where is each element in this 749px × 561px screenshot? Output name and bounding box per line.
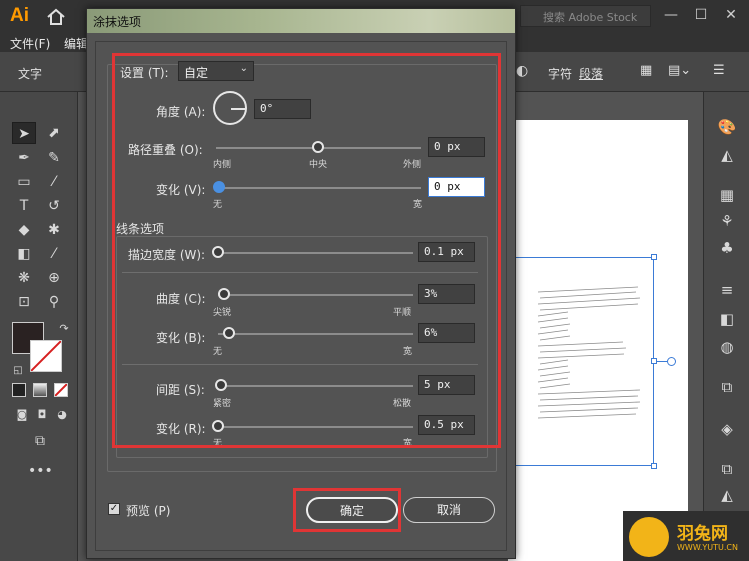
scribble-options-dialog: 涂抹选项 设置 (T): 自定 ⌄ 角度 (A): 0° 路径重叠 (O): 0…: [86, 8, 516, 559]
selection-handle[interactable]: [651, 254, 657, 260]
curvature-tool-icon[interactable]: ✎: [42, 147, 66, 169]
color-palette-icon[interactable]: 🎨: [716, 116, 738, 138]
stock-search-input[interactable]: 搜索 Adobe Stock: [520, 5, 651, 27]
color-mode-icon[interactable]: [12, 383, 26, 397]
rotation-handle[interactable]: [667, 357, 676, 366]
layers-icon[interactable]: ◈: [716, 418, 738, 440]
artboards-panel-icon[interactable]: ⧉: [716, 458, 738, 480]
selection-bounding-box: [508, 257, 654, 466]
maximize-icon[interactable]: ☐: [688, 4, 714, 28]
type-tool-icon[interactable]: T: [12, 195, 36, 217]
gradient-panel-icon[interactable]: ◧: [716, 308, 738, 330]
preview-label[interactable]: 预览 (P): [126, 502, 170, 519]
watermark-logo-icon: [629, 517, 669, 557]
selection-tool-icon[interactable]: ➤: [12, 122, 36, 144]
preview-checkbox[interactable]: ✓: [108, 503, 120, 515]
gradient-mode-icon[interactable]: [33, 383, 47, 397]
handle-connector: [656, 361, 667, 362]
stroke-color-swatch[interactable]: [30, 340, 62, 372]
swatches-icon[interactable]: ▦: [716, 184, 738, 206]
draw-inside-icon[interactable]: ◕: [50, 404, 74, 426]
pen-tool-icon[interactable]: ✒: [12, 147, 36, 169]
color-guide-icon[interactable]: ◭: [716, 144, 738, 166]
puppet-warp-tool-icon[interactable]: ✱: [42, 219, 66, 241]
menu-edit[interactable]: 编辑: [64, 35, 88, 52]
gradient-tool-icon[interactable]: ◧: [12, 243, 36, 265]
align-grid-icon[interactable]: ▦: [640, 63, 652, 78]
paragraph-link[interactable]: 段落: [579, 65, 603, 82]
shape-builder-tool-icon[interactable]: ⊕: [42, 267, 66, 289]
watermark: 羽兔网 WWW.YUTU.CN: [623, 511, 749, 561]
appearance-icon[interactable]: ◭: [716, 484, 738, 506]
watermark-url: WWW.YUTU.CN: [677, 543, 738, 552]
eyedropper-tool-icon[interactable]: ⁄: [42, 243, 66, 265]
selection-handle[interactable]: [651, 463, 657, 469]
stroke-icon[interactable]: ≡: [716, 279, 738, 301]
default-colors-icon[interactable]: ◱: [6, 360, 30, 382]
asset-export-icon[interactable]: ⧉: [716, 376, 738, 398]
zoom-tool-icon[interactable]: ⚲: [42, 291, 66, 313]
close-icon[interactable]: ✕: [718, 4, 744, 28]
type-label: 文字: [18, 67, 43, 81]
screen-mode-icon[interactable]: ⧉: [28, 430, 52, 452]
panel-menu-icon[interactable]: ☰: [713, 63, 725, 78]
rotate-tool-icon[interactable]: ↺: [42, 195, 66, 217]
minimize-icon[interactable]: —: [658, 4, 684, 28]
more-tools-icon[interactable]: •••: [28, 460, 53, 482]
highlight-frame-options: [112, 53, 501, 448]
dialog-titlebar[interactable]: 涂抹选项: [87, 9, 515, 33]
none-mode-icon[interactable]: [54, 383, 68, 397]
watermark-name: 羽兔网: [677, 524, 728, 544]
tools-panel: ➤ ⬈ ✒ ✎ ▭ ⁄ T ↺ ◆ ✱ ◧ ⁄ ❋ ⊕ ⊡ ⚲ ↷ ◱ ◙ ◘ …: [0, 92, 78, 561]
character-link[interactable]: 字符: [548, 65, 572, 82]
transform-icon[interactable]: ▤⌄: [668, 63, 691, 78]
ai-logo: Ai: [10, 5, 29, 26]
home-icon[interactable]: [46, 8, 66, 26]
transparency-icon[interactable]: ◍: [716, 336, 738, 358]
cancel-button[interactable]: 取消: [403, 497, 495, 523]
symbol-sprayer-tool-icon[interactable]: ❋: [12, 267, 36, 289]
menu-file[interactable]: 文件(F): [10, 35, 50, 52]
globe-icon[interactable]: ◐: [516, 63, 528, 79]
direct-selection-tool-icon[interactable]: ⬈: [42, 122, 66, 144]
symbols-icon[interactable]: ♣: [716, 237, 738, 259]
swap-colors-icon[interactable]: ↷: [52, 318, 76, 340]
ok-button[interactable]: 确定: [306, 497, 398, 523]
dialog-title: 涂抹选项: [93, 15, 142, 29]
rectangle-tool-icon[interactable]: ▭: [12, 171, 36, 193]
paintbrush-tool-icon[interactable]: ⁄: [42, 171, 66, 193]
eraser-tool-icon[interactable]: ◆: [12, 219, 36, 241]
artboard-tool-icon[interactable]: ⊡: [12, 291, 36, 313]
right-panel-dock: 🎨 ◭ ▦ ⚘ ♣ ≡ ◧ ◍ ⧉ ◈ ⧉ ◭: [703, 92, 749, 561]
brushes-icon[interactable]: ⚘: [716, 210, 738, 232]
